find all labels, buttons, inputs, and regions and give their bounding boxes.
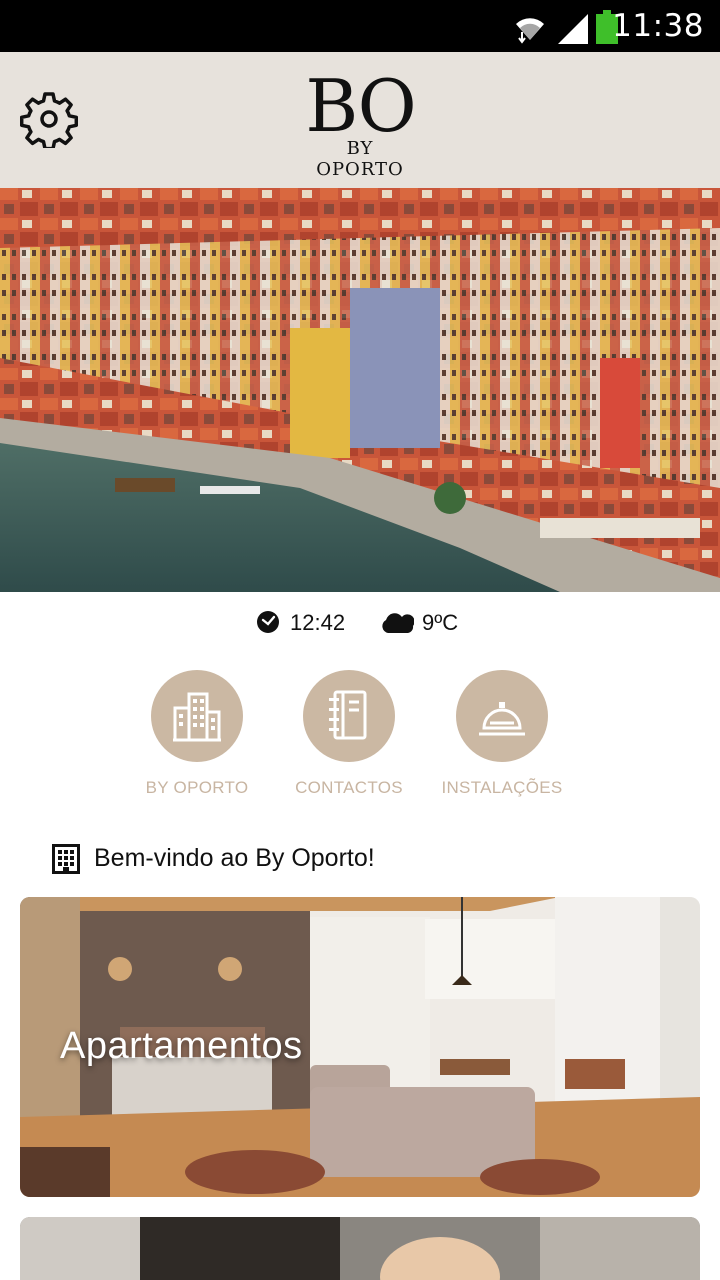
- quick-action-circle[interactable]: [456, 670, 548, 762]
- quick-action-label: INSTALAÇÕES: [441, 778, 563, 797]
- hero-image: [0, 188, 720, 592]
- quick-action-contactos[interactable]: CONTACTOS: [274, 670, 424, 798]
- quick-action-label: BY OPORTO: [145, 778, 249, 797]
- info-row: 12:42 9ºC: [0, 604, 720, 644]
- card-next[interactable]: [20, 1217, 700, 1280]
- service-bell-icon: [479, 702, 525, 736]
- card-photo: [20, 1217, 700, 1280]
- cloud-icon: [382, 613, 414, 633]
- quick-action-instalacoes[interactable]: INSTALAÇÕES: [427, 670, 577, 798]
- notebook-icon: [329, 690, 367, 740]
- card-apartamentos[interactable]: Apartamentos: [20, 897, 700, 1197]
- status-bar: 11:38: [0, 0, 720, 52]
- app-logo: BO BY OPORTO: [300, 64, 420, 180]
- signal-icon: [558, 14, 588, 44]
- clock-icon: [257, 611, 279, 633]
- quick-action-by-oporto[interactable]: BY OPORTO: [122, 670, 272, 798]
- building-icon: [52, 844, 80, 874]
- temperature: 9ºC: [422, 610, 459, 635]
- quick-action-label: CONTACTOS: [295, 778, 403, 797]
- quick-action-circle[interactable]: [151, 670, 243, 762]
- current-time: 12:42: [290, 610, 346, 635]
- card-title: Apartamentos: [60, 1025, 303, 1067]
- app-header: BO BY OPORTO: [0, 52, 720, 188]
- settings-gear-icon[interactable]: [20, 90, 78, 148]
- status-time: 11:38: [612, 8, 704, 44]
- logo-main: BO: [305, 64, 416, 148]
- welcome-text: Bem-vindo ao By Oporto!: [94, 844, 375, 872]
- wifi-icon: [516, 18, 544, 44]
- buildings-icon: [173, 692, 221, 742]
- quick-action-circle[interactable]: [303, 670, 395, 762]
